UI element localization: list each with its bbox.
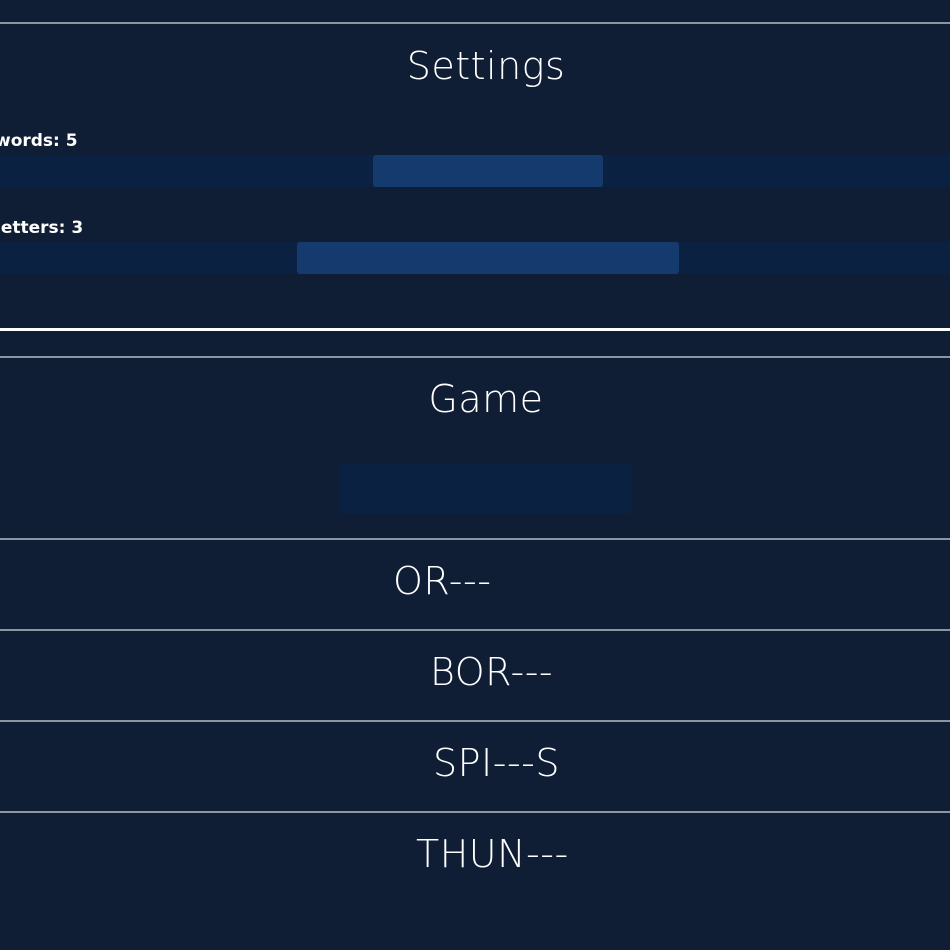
game-title: Game — [428, 377, 544, 421]
words-count-label: of words: 5 — [0, 131, 78, 151]
section-separator — [0, 328, 950, 331]
words-count-slider-thumb[interactable] — [373, 155, 603, 187]
word-divider-1 — [0, 538, 950, 540]
letters-count-slider[interactable] — [0, 242, 950, 274]
word-divider-4 — [0, 811, 950, 813]
letters-count-label: of letters: 3 — [0, 218, 84, 238]
game-top-divider — [0, 356, 950, 358]
letters-count-slider-thumb[interactable] — [297, 242, 679, 274]
word-divider-3 — [0, 720, 950, 722]
word-item-2: BOR--- — [430, 650, 554, 694]
word-item-1: OR--- — [393, 559, 492, 603]
settings-title: Settings — [406, 44, 566, 88]
words-count-slider[interactable] — [0, 155, 950, 187]
top-divider — [0, 22, 950, 24]
guess-input[interactable] — [340, 463, 632, 514]
word-divider-2 — [0, 629, 950, 631]
word-item-4: THUN--- — [416, 832, 569, 876]
word-item-3: SPI---S — [433, 741, 560, 785]
